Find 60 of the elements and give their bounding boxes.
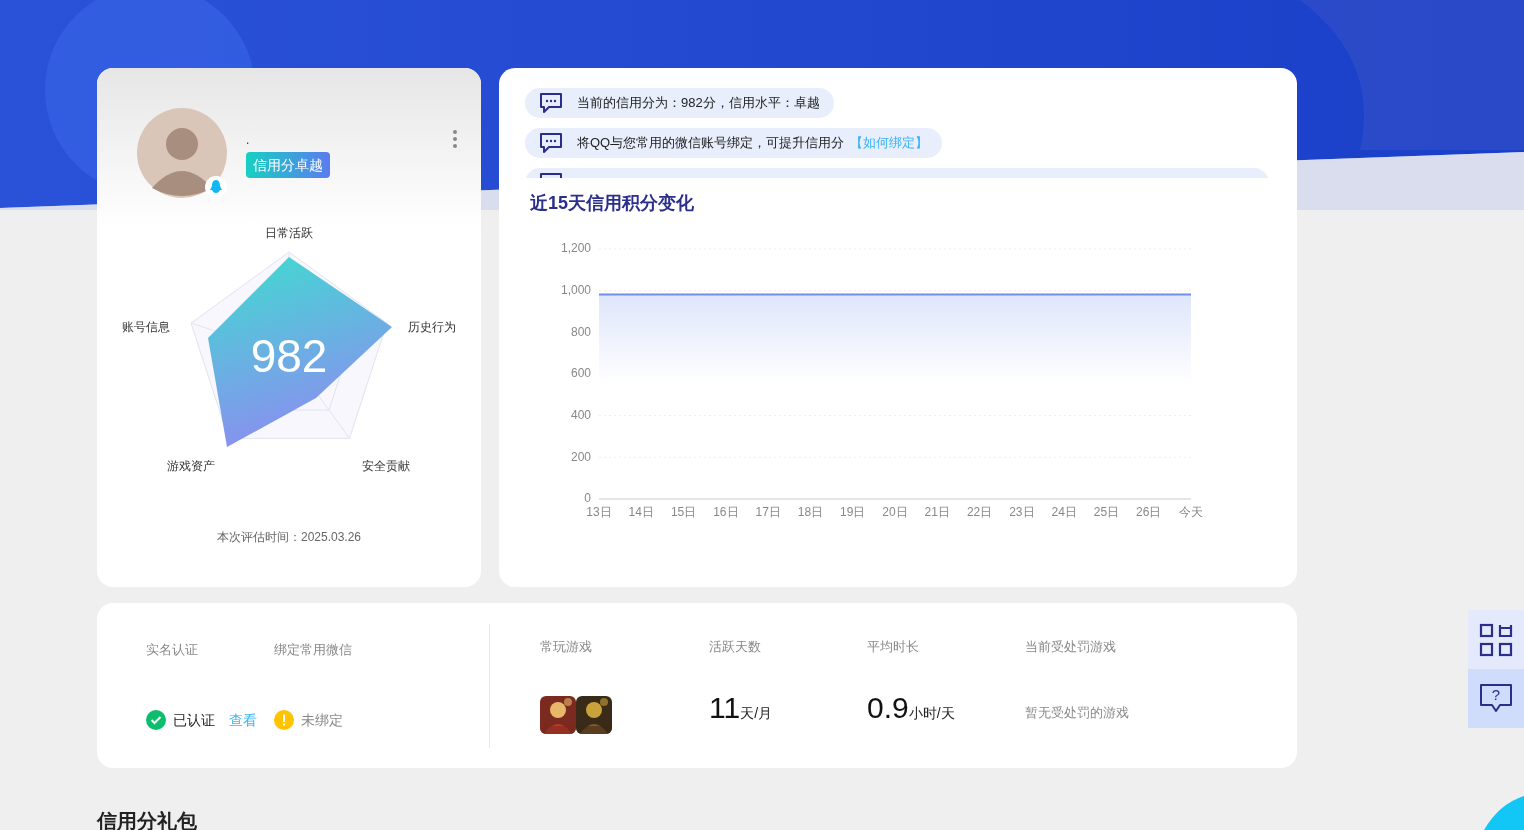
chart-title: 近15天信用积分变化 [529, 192, 696, 215]
field-label: 活跃天数 [709, 638, 762, 657]
notice-text: 将QQ与您常用的微信账号绑定，可提升信用分 [577, 134, 845, 153]
axis-tick: 1,000 [560, 282, 591, 297]
warning-icon [274, 710, 294, 731]
axis-tick: 200 [570, 449, 591, 464]
axis-tick: 22日 [966, 505, 993, 520]
penalty-text: 暂无受处罚的游戏 [1025, 703, 1129, 722]
axis-label: 账号信息 [122, 320, 170, 335]
metric-unit: 小时/天 [908, 704, 955, 723]
axis-tick: 1,200 [560, 241, 591, 256]
axis-label: 游戏资产 [167, 459, 215, 474]
how-to-bind-link[interactable]: 【如何绑定】 [850, 133, 929, 153]
axis-tick: 18日 [797, 505, 824, 520]
axis-tick: 23日 [1009, 505, 1035, 520]
axis-label: 日常活跃 [265, 226, 313, 241]
field-label: 绑定常用微信 [274, 641, 352, 660]
metric-value: 11 [709, 690, 741, 725]
check-icon [146, 710, 166, 731]
axis-label: 历史行为 [408, 320, 456, 335]
corner-decoration [1484, 796, 1524, 830]
view-link[interactable]: 查看 [229, 709, 257, 731]
field-label: 实名认证 [146, 641, 199, 660]
axis-tick: 800 [570, 324, 591, 339]
axis-label: 安全贡献 [362, 459, 410, 474]
axis-tick: 17日 [755, 505, 781, 520]
credit-badge: 信用分卓越 [246, 152, 330, 178]
axis-tick: 600 [570, 366, 591, 381]
evaluation-time: 本次评估时间：2025.03.26 [215, 529, 363, 546]
axis-tick: 400 [570, 407, 591, 422]
axis-tick: 0 [584, 491, 591, 506]
axis-tick: 24日 [1051, 505, 1077, 520]
more-button[interactable] [451, 128, 459, 150]
help-icon: ? [1479, 682, 1513, 715]
qr-code-button[interactable] [1468, 610, 1524, 669]
axis-tick: 19日 [840, 505, 866, 520]
axis-tick: 13日 [586, 505, 612, 520]
axis-tick: 今天 [1179, 505, 1203, 520]
axis-tick: 25日 [1093, 505, 1120, 520]
field-label: 常玩游戏 [540, 638, 593, 657]
axis-tick: 21日 [924, 505, 950, 520]
axis-tick: 14日 [628, 505, 654, 520]
status-text: 未绑定 [301, 710, 343, 730]
chat-icon [539, 92, 563, 114]
qr-code-icon [1479, 622, 1513, 657]
status-text: 已认证 [173, 710, 215, 730]
username: . [246, 132, 251, 149]
axis-tick: 26日 [1136, 505, 1162, 520]
axis-tick: 15日 [670, 505, 697, 520]
field-label: 当前受处罚游戏 [1025, 638, 1117, 657]
notice-text: 当前的信用分为：982分，信用水平：卓越 [577, 94, 820, 113]
score: 982 [250, 330, 328, 382]
axis-tick: 16日 [713, 505, 739, 520]
help-button[interactable]: ? [1468, 669, 1524, 728]
penguin-icon [205, 176, 227, 198]
metric-unit: 天/月 [740, 703, 773, 723]
field-label: 平均时长 [867, 638, 920, 657]
chat-icon [539, 132, 563, 154]
metric-value: 0.9 [867, 690, 909, 725]
axis-tick: 20日 [882, 505, 908, 520]
